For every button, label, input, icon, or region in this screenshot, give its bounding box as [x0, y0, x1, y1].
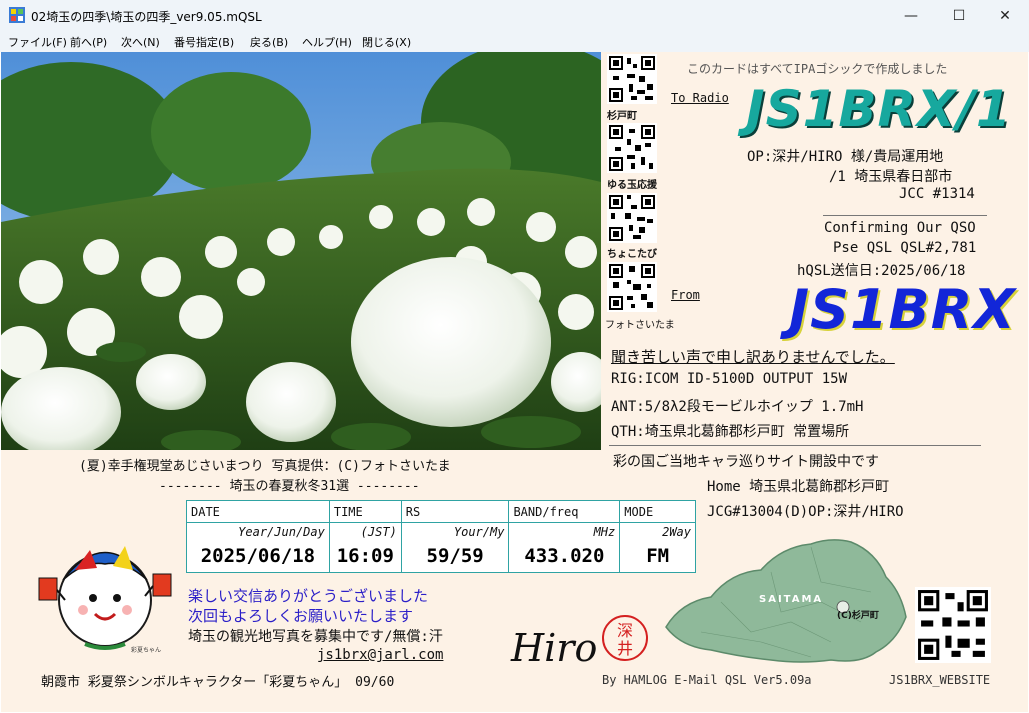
home-line: Home 埼玉県北葛飾郡杉戸町	[707, 479, 890, 495]
minimize-button[interactable]: —	[888, 0, 934, 31]
email-link[interactable]: js1brx@jarl.com	[317, 647, 443, 663]
site-notice: 彩の国ご当地キャラ巡りサイト開設中です	[613, 454, 879, 470]
jcg-line: JCG#13004(D)OP:深井/HIRO	[707, 504, 904, 520]
mascot-tag: 彩夏ちゃん	[131, 646, 161, 654]
from-callsign: JS1BRX	[789, 278, 1016, 341]
menu-back[interactable]: 戻る(B)	[250, 34, 288, 50]
jcc-line: JCC #1314	[899, 186, 975, 202]
value-time: 16:09	[328, 540, 402, 573]
sub-rs: Your/My	[400, 522, 510, 541]
mascot-ayaka-chan: 彩夏ちゃん	[38, 546, 172, 654]
hydrangea-photo	[1, 52, 601, 450]
sub-band: MHz	[508, 522, 621, 541]
qr-code-website[interactable]	[915, 587, 991, 663]
hqsl-date-line: hQSL送信日:2025/06/18	[797, 263, 966, 279]
sub-date: Year/Jun/Day	[186, 522, 330, 541]
sub-time: (JST)	[328, 522, 402, 541]
value-date: 2025/06/18	[186, 540, 330, 573]
value-band: 433.020	[508, 540, 621, 573]
menu-close[interactable]: 閉じる(X)	[362, 34, 411, 50]
menu-number[interactable]: 番号指定(B)	[174, 34, 234, 50]
ant-line: ANT:5/8λ2段モービルホイップ 1.7mH	[611, 399, 864, 415]
header-time: TIME	[328, 500, 402, 523]
title-bar: 02埼玉の四季\埼玉の四季_ver9.05.mQSL — ☐ ✕	[0, 0, 1029, 31]
qth-line: QTH:埼玉県北葛飾郡杉戸町 常置場所	[611, 424, 850, 440]
photo-caption: (夏)幸手権現堂あじさいまつり 写真提供：(C)フォトさいたま	[79, 459, 451, 474]
qr-code-photo-saitama[interactable]	[607, 262, 657, 312]
menu-prev[interactable]: 前へ(P)	[70, 34, 107, 50]
stamp-char-top: 深	[617, 621, 633, 640]
menu-help[interactable]: ヘルプ(H)	[302, 34, 352, 50]
header-band: BAND/freq	[508, 500, 621, 523]
confirm-line: Confirming Our QSO	[824, 220, 976, 236]
qr-label-yurutama: ゆる玉応援	[607, 180, 657, 191]
header-date: DATE	[186, 500, 330, 523]
map-label-sugito: (C)杉戸町	[837, 609, 879, 621]
rig-line: RIG:ICOM ID-5100D OUTPUT 15W	[611, 371, 848, 387]
qr-code-yurutama[interactable]	[607, 123, 657, 173]
app-icon	[9, 7, 25, 23]
qso-table: DATE TIME RS BAND/freq MODE Year/Jun/Day…	[186, 500, 696, 573]
website-label[interactable]: JS1BRX_WEBSITE	[889, 673, 990, 687]
menu-file[interactable]: ファイル(F)	[8, 34, 67, 50]
divider-top	[823, 215, 987, 216]
photo-recruit-message: 埼玉の観光地写真を募集中です/無償:汗	[188, 629, 443, 645]
qr-label-chokotabi: ちょこたび	[607, 249, 657, 260]
to-callsign: JS1BRX/1	[746, 80, 1012, 138]
from-label: From	[671, 288, 700, 302]
header-mode: MODE	[619, 500, 696, 523]
qr-code-chokotabi[interactable]	[607, 193, 657, 243]
apology-line: 聞き苦しい声で申し訳ありませんでした。	[611, 348, 895, 366]
menu-next[interactable]: 次へ(N)	[121, 34, 160, 50]
qsl-card: 杉戸町 ゆる玉応援 ちょこたび フォトさいたま このカードはすべてIPAゴシック…	[1, 52, 1028, 712]
window-title: 02埼玉の四季\埼玉の四季_ver9.05.mQSL	[31, 10, 262, 24]
close-button[interactable]: ✕	[982, 0, 1028, 31]
header-rs: RS	[400, 500, 510, 523]
value-rs: 59/59	[400, 540, 510, 573]
to-radio-label: To Radio	[671, 91, 729, 105]
qr-code-sugito[interactable]	[607, 54, 657, 104]
mascot-caption: 朝霞市 彩夏祭シンボルキャラクター「彩夏ちゃん」 09/60	[41, 675, 395, 690]
op-line: OP:深井/HIRO 様/貴局運用地	[747, 149, 944, 165]
thanks-message: 楽しい交信ありがとうございました	[188, 587, 429, 605]
stamp-char-bottom: 井	[617, 639, 633, 658]
next-time-message: 次回もよろしくお願いいたします	[188, 607, 414, 625]
menu-bar: ファイル(F) 前へ(P) 次へ(N) 番号指定(B) 戻る(B) ヘルプ(H)…	[0, 31, 1029, 52]
signature: Hiro	[511, 626, 598, 670]
font-note: このカードはすべてIPAゴシックで作成しました	[687, 62, 948, 76]
map-label-saitama: SAITAMA	[759, 594, 823, 605]
qr-label-sugito: 杉戸町	[607, 111, 637, 122]
divider-middle	[609, 445, 981, 446]
qr-label-photo-saitama: フォトさいたま	[605, 320, 675, 331]
footer-version: By HAMLOG E-Mail QSL Ver5.09a	[602, 673, 812, 687]
pse-qsl-line: Pse QSL QSL#2,781	[833, 240, 977, 256]
saitama-map: SAITAMA (C)杉戸町	[665, 539, 907, 663]
area-line: /1 埼玉県春日部市	[829, 169, 953, 185]
hanko-stamp: 深 井	[602, 615, 648, 661]
series-title: -------- 埼玉の春夏秋冬31選 --------	[159, 479, 420, 494]
maximize-button[interactable]: ☐	[936, 0, 982, 31]
